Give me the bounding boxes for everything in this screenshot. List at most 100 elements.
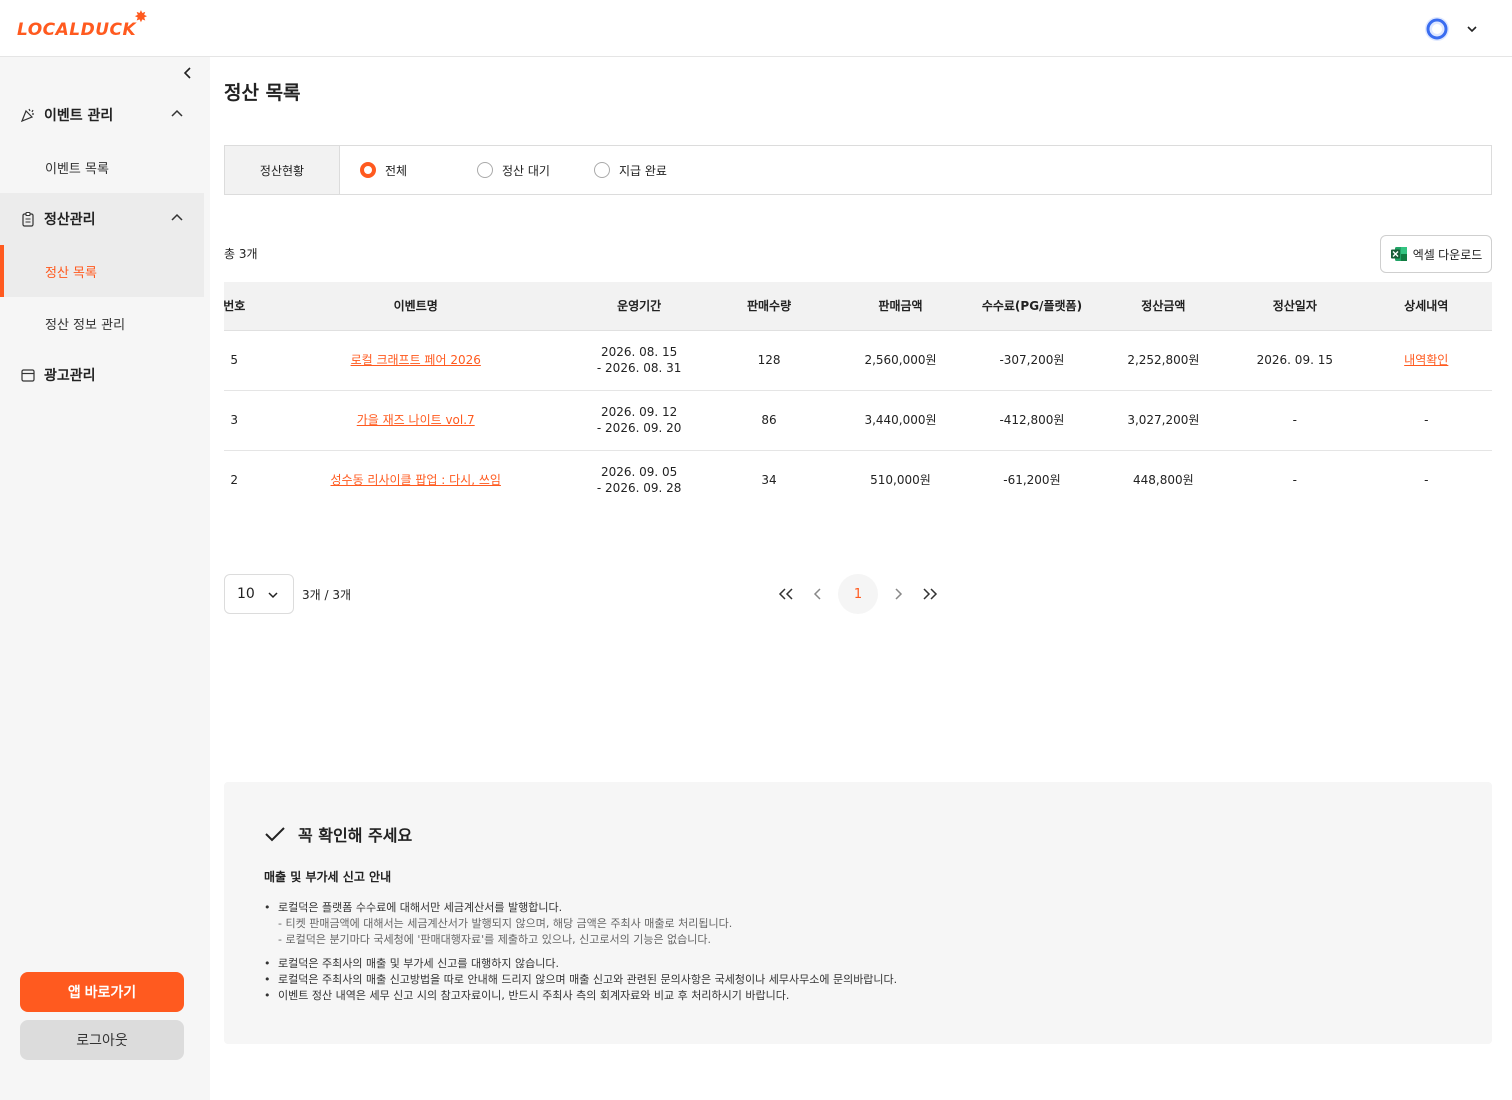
menu-group-event: 이벤트 관리 이벤트 목록 bbox=[0, 89, 204, 193]
cell-sales: 510,000원 bbox=[834, 450, 967, 510]
sidebar-item-settlement-info[interactable]: 정산 정보 관리 bbox=[0, 297, 204, 349]
sidebar-item-settlement-list[interactable]: 정산 목록 bbox=[0, 245, 204, 297]
column-header: 판매금액 bbox=[834, 282, 967, 331]
menu-head-ads[interactable]: 광고관리 bbox=[0, 349, 204, 401]
cell-sales: 3,440,000원 bbox=[834, 390, 967, 451]
page-title: 정산 목록 bbox=[224, 82, 301, 104]
radio-option-pending[interactable]: 정산 대기 bbox=[477, 146, 577, 194]
logo-text: LOCALDUCK bbox=[17, 20, 137, 40]
clipboard-icon bbox=[22, 211, 34, 227]
page-size-value: 10 bbox=[237, 586, 255, 602]
cell-detail: - bbox=[1360, 450, 1492, 510]
event-name-link[interactable]: 로컬 크래프트 페어 2026 bbox=[351, 353, 481, 367]
first-page-button[interactable] bbox=[770, 574, 802, 614]
profile-menu[interactable] bbox=[1422, 14, 1478, 44]
collapse-sidebar-icon[interactable] bbox=[180, 65, 196, 81]
cell-qty: 34 bbox=[703, 450, 835, 510]
notice-list: 로컬덕은 플랫폼 수수료에 대해서만 세금계산서를 발행합니다. - 티켓 판매… bbox=[264, 900, 897, 1004]
column-header: 이벤트명 bbox=[256, 282, 575, 331]
cell-date: 2026. 09. 15 bbox=[1229, 330, 1361, 391]
menu-head-event[interactable]: 이벤트 관리 bbox=[0, 89, 204, 141]
chevron-down-icon bbox=[268, 592, 278, 599]
notice-item: 로컬덕은 주최사의 매출 신고방법을 따로 안내해 드리지 않으며 매출 신고와… bbox=[264, 972, 897, 988]
top-header: LOCALDUCK ✸ bbox=[0, 0, 1512, 57]
notice-title-text: 꼭 확인해 주세요 bbox=[298, 826, 413, 845]
period-end: - 2026. 09. 20 bbox=[596, 421, 682, 435]
notice-sub-item: - 로컬덕은 분기마다 국세청에 '판매대행자료'를 제출하고 있으나, 신고로… bbox=[278, 933, 712, 946]
cell-period: 2026. 08. 15 - 2026. 08. 31 bbox=[574, 330, 704, 391]
sidebar-item-label: 정산 목록 bbox=[45, 265, 97, 281]
column-header: 정산일자 bbox=[1229, 282, 1361, 331]
period-start: 2026. 08. 15 bbox=[600, 345, 678, 359]
avatar[interactable] bbox=[1422, 14, 1452, 44]
column-header: 수수료(PG/플랫폼) bbox=[966, 282, 1098, 331]
page-size-select[interactable]: 10 bbox=[224, 574, 294, 614]
event-name-link[interactable]: 성수동 리사이클 팝업 : 다시, 쓰임 bbox=[330, 473, 500, 487]
excel-download-button[interactable]: 엑셀 다운로드 bbox=[1380, 235, 1492, 273]
radio-unchecked-icon[interactable] bbox=[594, 162, 610, 178]
table-row: 5 로컬 크래프트 페어 2026 2026. 08. 15 - 2026. 08… bbox=[224, 330, 1492, 391]
filter-label: 정산현황 bbox=[225, 146, 340, 194]
menu-head-label: 이벤트 관리 bbox=[44, 108, 114, 124]
detail-link[interactable]: 내역확인 bbox=[1404, 353, 1448, 367]
radio-label: 정산 대기 bbox=[502, 163, 550, 178]
notice-subtitle: 매출 및 부가세 신고 안내 bbox=[264, 870, 392, 884]
column-header: 판매수량 bbox=[703, 282, 835, 331]
prev-page-button[interactable] bbox=[802, 574, 834, 614]
cell-no: 2 bbox=[224, 450, 257, 510]
event-name-link[interactable]: 가을 재즈 나이트 vol.7 bbox=[357, 413, 475, 427]
radio-unchecked-icon[interactable] bbox=[477, 162, 493, 178]
excel-button-label: 엑셀 다운로드 bbox=[1412, 247, 1483, 262]
period-start: 2026. 09. 12 bbox=[600, 405, 678, 419]
menu-group-ads: 광고관리 bbox=[0, 349, 204, 401]
cell-date: - bbox=[1229, 450, 1361, 510]
next-page-button[interactable] bbox=[882, 574, 914, 614]
column-header: 운영기간 bbox=[574, 282, 704, 331]
cell-date: - bbox=[1229, 390, 1361, 451]
cell-no: 3 bbox=[224, 390, 257, 451]
excel-icon bbox=[1390, 247, 1407, 261]
column-header: 번호 bbox=[224, 282, 257, 331]
notice-item: 로컬덕은 주최사의 매출 및 부가세 신고를 대행하지 않습니다. bbox=[264, 956, 897, 972]
notice-sub-item: - 티켓 판매금액에 대해서는 세금계산서가 발행되지 않으며, 해당 금액은 … bbox=[278, 917, 733, 930]
party-icon bbox=[20, 108, 34, 123]
cell-event: 가을 재즈 나이트 vol.7 bbox=[256, 390, 575, 451]
sidebar-item-event-list[interactable]: 이벤트 목록 bbox=[0, 141, 204, 193]
cell-settle: 3,027,200원 bbox=[1097, 390, 1230, 451]
radio-option-paid[interactable]: 지급 완료 bbox=[594, 146, 694, 194]
chevron-up-icon[interactable] bbox=[170, 211, 184, 225]
sidebar-item-label: 정산 정보 관리 bbox=[45, 317, 126, 333]
menu-head-label: 광고관리 bbox=[44, 368, 96, 384]
menu-group-settlement: 정산관리 정산 목록 정산 정보 관리 bbox=[0, 193, 204, 349]
chevron-up-icon[interactable] bbox=[170, 107, 184, 121]
cell-no: 5 bbox=[224, 330, 257, 391]
logout-button[interactable]: 로그아웃 bbox=[20, 1020, 184, 1060]
localduck-logo[interactable]: LOCALDUCK ✸ bbox=[17, 7, 150, 40]
column-header: 정산금액 bbox=[1097, 282, 1230, 331]
item-count-text: 3개 / 3개 bbox=[302, 588, 352, 602]
check-icon bbox=[265, 827, 285, 842]
cell-fee: -412,800원 bbox=[966, 390, 1098, 451]
cell-event: 로컬 크래프트 페어 2026 bbox=[256, 330, 575, 391]
logo-star-icon: ✸ bbox=[134, 7, 148, 26]
page-number-button[interactable]: 1 bbox=[838, 574, 878, 614]
cell-period: 2026. 09. 05 - 2026. 09. 28 bbox=[574, 450, 704, 510]
radio-option-all[interactable]: 전체 bbox=[360, 146, 460, 194]
chevron-down-icon[interactable] bbox=[1466, 23, 1478, 35]
calendar-icon bbox=[21, 369, 35, 382]
last-page-button[interactable] bbox=[914, 574, 946, 614]
cell-detail: 내역확인 bbox=[1360, 330, 1492, 391]
radio-checked-icon[interactable] bbox=[360, 162, 376, 178]
pagination: 1 bbox=[770, 574, 946, 614]
cell-detail: - bbox=[1360, 390, 1492, 451]
app-shortcut-button[interactable]: 앱 바로가기 bbox=[20, 972, 184, 1012]
avatar-icon bbox=[1425, 17, 1449, 41]
menu-head-settlement[interactable]: 정산관리 bbox=[0, 193, 204, 245]
sidebar: 이벤트 관리 이벤트 목록 정산관리 정산 목록 정산 정보 관리 광고관리 앱… bbox=[0, 57, 210, 1100]
cell-fee: -61,200원 bbox=[966, 450, 1098, 510]
cell-period: 2026. 09. 12 - 2026. 09. 20 bbox=[574, 390, 704, 451]
total-count: 총 3개 bbox=[224, 247, 258, 261]
notice-box: 꼭 확인해 주세요 매출 및 부가세 신고 안내 로컬덕은 플랫폼 수수료에 대… bbox=[224, 782, 1492, 1044]
menu-head-label: 정산관리 bbox=[44, 212, 96, 228]
double-chevron-right-icon bbox=[923, 588, 938, 600]
